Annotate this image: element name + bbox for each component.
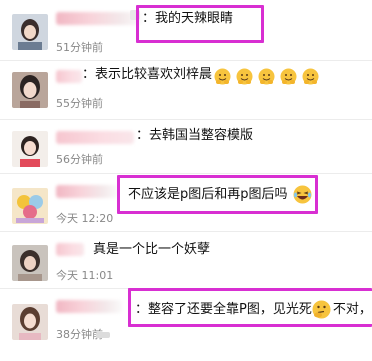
username-blurred[interactable] bbox=[56, 300, 122, 313]
comment-text-content: ：表示比较喜欢刘梓晨 bbox=[82, 67, 213, 82]
smiling-emoji-icon bbox=[214, 68, 231, 85]
smiling-emoji-icon bbox=[280, 68, 297, 85]
avatar[interactable] bbox=[12, 14, 48, 50]
highlight-box bbox=[117, 175, 318, 214]
comment-row: ：整容了还要全靠P图，见光死 不对， 38分钟前 bbox=[0, 288, 372, 361]
avatar[interactable] bbox=[12, 131, 48, 167]
comment-time: 56分钟前 bbox=[56, 153, 103, 166]
username-blurred[interactable] bbox=[56, 243, 84, 256]
username-blurred[interactable] bbox=[56, 70, 82, 83]
smiling-emoji-icon bbox=[302, 68, 319, 85]
highlight-box bbox=[128, 288, 372, 327]
avatar[interactable] bbox=[12, 245, 48, 281]
comment-row: 不应该是p图后和再p图后吗 今天 12:20 bbox=[0, 173, 372, 231]
reply-icon[interactable] bbox=[96, 332, 110, 338]
username-blurred[interactable] bbox=[56, 131, 134, 144]
smiling-emoji-icon bbox=[236, 68, 253, 85]
comment-time: 今天 11:01 bbox=[56, 269, 114, 282]
comment-text: ：表示比较喜欢刘梓晨 bbox=[82, 66, 212, 84]
comment-text: ：去韩国当整容模版 bbox=[136, 128, 254, 143]
comment-row: ：我的天辣眼睛 51分钟前 bbox=[0, 0, 372, 60]
comment-time: 55分钟前 bbox=[56, 97, 103, 110]
smiling-emoji-icon bbox=[258, 68, 275, 85]
comment-text: 真是一个比一个妖孽 bbox=[93, 242, 211, 257]
avatar[interactable] bbox=[12, 304, 48, 340]
comment-time: 今天 12:20 bbox=[56, 212, 114, 225]
comment-row: ：表示比较喜欢刘梓晨 55分钟前 bbox=[0, 60, 372, 119]
highlight-box bbox=[136, 5, 264, 43]
comment-row: ：去韩国当整容模版 56分钟前 bbox=[0, 119, 372, 173]
comment-row: 真是一个比一个妖孽 今天 11:01 bbox=[0, 231, 372, 288]
username-blurred[interactable] bbox=[56, 185, 118, 198]
avatar[interactable] bbox=[12, 188, 48, 224]
emoji-group bbox=[214, 66, 324, 85]
avatar[interactable] bbox=[12, 72, 48, 108]
comment-time: 51分钟前 bbox=[56, 41, 103, 54]
